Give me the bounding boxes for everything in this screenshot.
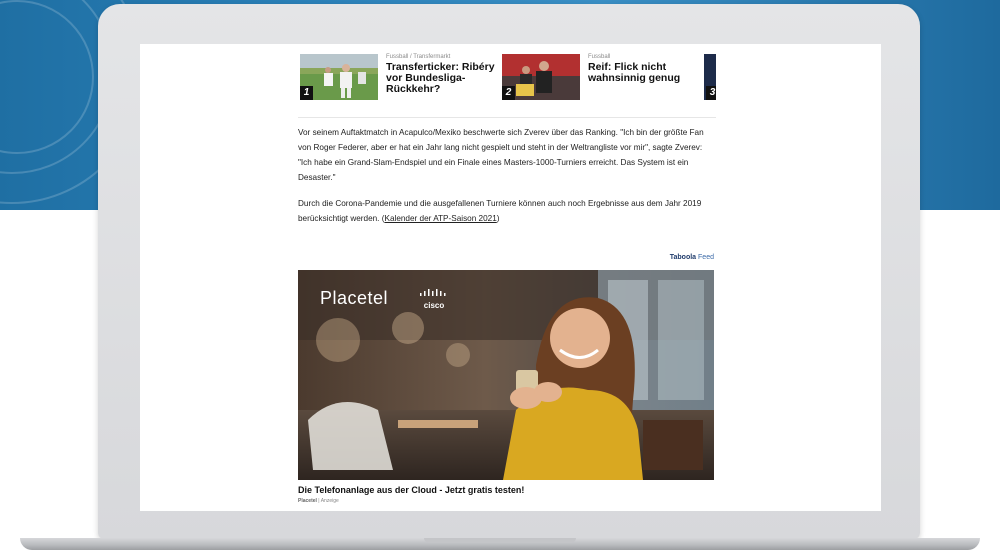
article-paragraph: Vor seinem Auftaktmatch in Acapulco/Mexi… [298,128,704,182]
ad-source[interactable]: Placetel | Anzeige [298,498,339,504]
related-articles: 1 Fussball / Transfermarkt Transferticke… [298,44,716,118]
cisco-logo: cisco [416,284,452,310]
related-title[interactable]: Transferticker: Ribéry vor Bundesliga-Rü… [386,62,498,95]
rank-badge: 2 [502,86,515,100]
ad-headline[interactable]: Die Telefonanlage aus der Cloud - Jetzt … [298,485,524,495]
related-article-3[interactable]: 3 [704,54,716,100]
ad-label: Anzeige [320,498,339,504]
laptop-notch [424,538,576,543]
taboola-feed-label[interactable]: Taboola Feed [298,254,714,261]
laptop-screen: 1 Fussball / Transfermarkt Transferticke… [140,44,881,511]
sponsored-ad-image[interactable]: Placetel cisco [298,270,714,480]
cisco-wordmark: cisco [423,301,445,310]
related-thumbnail[interactable]: 2 [502,54,580,100]
related-article-1[interactable]: 1 Fussball / Transfermarkt Transferticke… [300,54,500,100]
ad-advertiser: Placetel [298,498,317,504]
related-article-2[interactable]: 2 Fussball Reif: Flick nicht wahnsinnig … [502,54,702,100]
cisco-bars-icon [420,289,446,296]
taboola-logo: Taboola [669,254,697,261]
taboola-feed-text: Feed [698,254,714,261]
article-paragraph: Durch die Corona-Pandemie und die ausgef… [298,199,702,223]
paragraph-text: Durch die Corona-Pandemie und die ausgef… [298,199,702,223]
rank-badge: 3 [706,86,716,100]
placetel-logo: Placetel [320,288,389,308]
related-thumbnail[interactable]: 1 [300,54,378,100]
related-kicker: Fussball / Transfermarkt [386,54,451,60]
atp-calendar-link[interactable]: Kalender der ATP-Saison 2021 [384,214,496,223]
rank-badge: 1 [300,86,313,100]
related-kicker: Fussball [588,54,611,60]
related-title[interactable]: Reif: Flick nicht wahnsinnig genug [588,62,700,84]
